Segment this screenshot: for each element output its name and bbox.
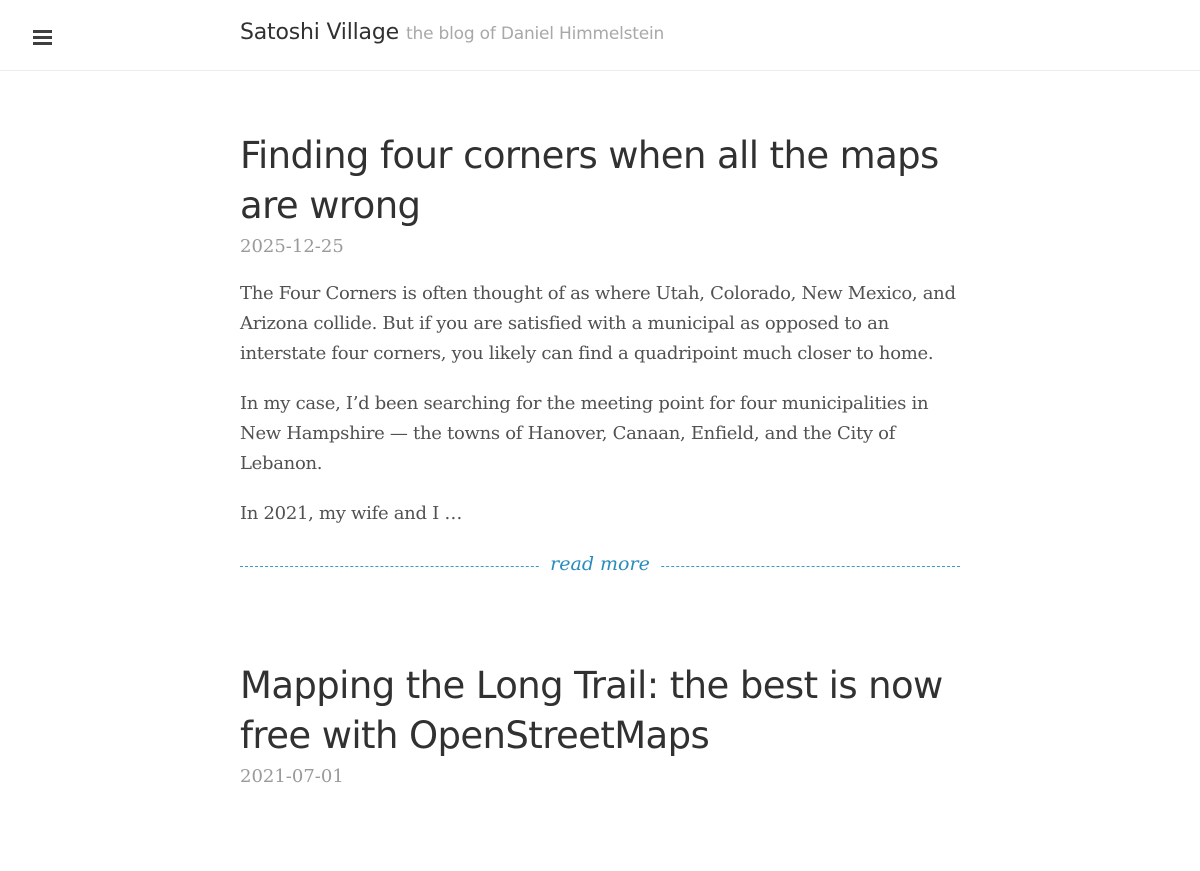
post-title: Mapping the Long Trail: the best is now …: [240, 661, 960, 761]
post-title-link[interactable]: Finding four corners when all the maps a…: [240, 134, 939, 227]
read-more-link[interactable]: read more: [540, 549, 660, 579]
menu-bar-bottom: [33, 42, 52, 45]
read-more-divider: read more: [240, 549, 960, 579]
post-item: Mapping the Long Trail: the best is now …: [240, 661, 960, 789]
post-title-link[interactable]: Mapping the Long Trail: the best is now …: [240, 664, 943, 757]
menu-bar-middle: [33, 36, 52, 39]
post-list: Finding four corners when all the maps a…: [240, 128, 960, 871]
post-excerpt-paragraph: In 2021, my wife and I …: [240, 503, 463, 524]
site-header: Satoshi Village the blog of Daniel Himme…: [0, 0, 1200, 71]
post-excerpt-paragraph: In my case, I’d been searching for the m…: [240, 393, 929, 474]
hamburger-menu-icon[interactable]: [33, 28, 52, 45]
post-title: Finding four corners when all the maps a…: [240, 131, 960, 231]
menu-bar-top: [33, 30, 52, 33]
post-date: 2025-12-25: [240, 236, 344, 257]
post-excerpt-paragraph: The Four Corners is often thought of as …: [240, 283, 956, 364]
post-item: Finding four corners when all the maps a…: [240, 131, 960, 579]
site-brand: Satoshi Village the blog of Daniel Himme…: [240, 20, 664, 45]
site-tagline: the blog of Daniel Himmelstein: [406, 24, 665, 44]
site-title-link[interactable]: Satoshi Village: [240, 20, 399, 45]
post-date: 2021-07-01: [240, 766, 344, 787]
